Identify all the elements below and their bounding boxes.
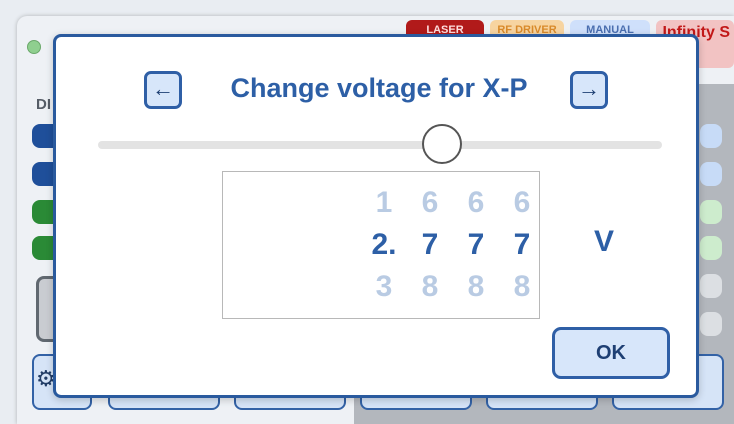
- unit-label: V: [594, 225, 615, 258]
- digit-below: 3: [375, 270, 393, 303]
- digit-picker: 1 2. 3 6 7 8 6 7 8 6 7 8: [222, 171, 540, 319]
- voltage-slider-thumb[interactable]: [422, 124, 463, 164]
- right-pill[interactable]: [700, 236, 722, 260]
- digit-below: 8: [421, 270, 439, 303]
- digit-above: 1: [375, 186, 393, 219]
- digit-above: 6: [421, 186, 439, 219]
- dialog-title: Change voltage for X-P: [230, 73, 528, 103]
- digit-below: 8: [513, 270, 531, 303]
- voltage-slider-track[interactable]: [98, 141, 662, 149]
- digit-current: 7: [421, 228, 439, 261]
- arrow-right-icon: →: [578, 76, 600, 101]
- digit-wheel-tenths[interactable]: 6 7 8: [413, 182, 447, 308]
- digit-above: 6: [467, 186, 485, 219]
- ok-button[interactable]: OK: [552, 327, 670, 379]
- digit-current: 2.: [371, 228, 397, 261]
- digit-wheel-hundredths[interactable]: 6 7 8: [459, 182, 493, 308]
- voltage-dialog: ← Change voltage for X-P → 1 2. 3 6 7 8 …: [53, 34, 699, 398]
- digit-wheel-thousandths[interactable]: 6 7 8: [505, 182, 539, 308]
- digit-current: 7: [513, 228, 531, 261]
- right-pill[interactable]: [700, 312, 722, 336]
- digit-wheel-ones[interactable]: 1 2. 3: [367, 182, 401, 308]
- digit-above: 6: [513, 186, 531, 219]
- right-pill[interactable]: [700, 200, 722, 224]
- status-indicator: [27, 40, 41, 54]
- section-label: DI: [36, 96, 51, 113]
- arrow-left-icon: ←: [152, 76, 174, 101]
- previous-button[interactable]: ←: [144, 71, 182, 109]
- digit-current: 7: [467, 228, 485, 261]
- digit-below: 8: [467, 270, 485, 303]
- next-button[interactable]: →: [570, 71, 608, 109]
- right-pill[interactable]: [700, 162, 722, 186]
- right-pill[interactable]: [700, 274, 722, 298]
- right-pill[interactable]: [700, 124, 722, 148]
